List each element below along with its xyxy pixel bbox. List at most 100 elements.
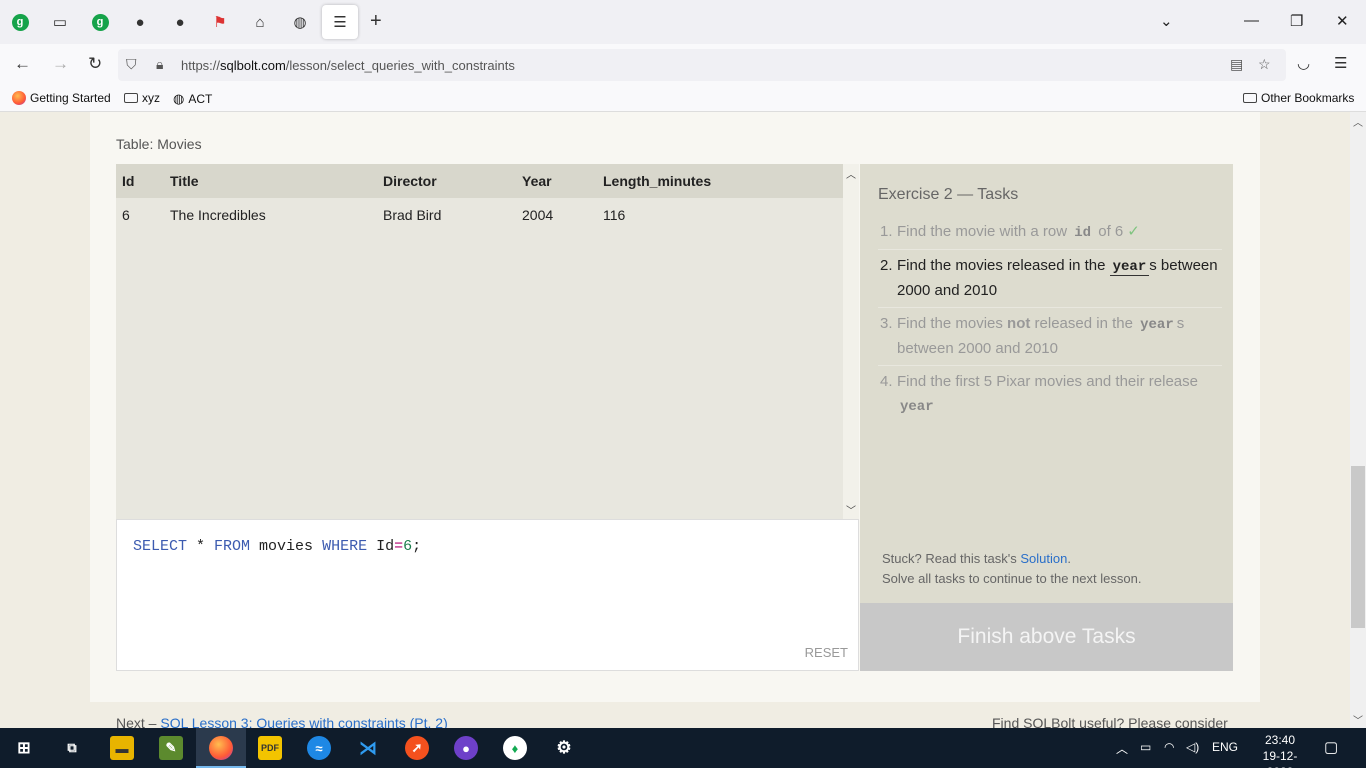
new-tab-button[interactable]: + <box>370 10 382 33</box>
sql-token: Id <box>367 538 395 555</box>
lesson-content: Table: Movies Id Title Director Year Len… <box>90 112 1260 702</box>
table-row: 6 The Incredibles Brad Bird 2004 116 <box>116 198 843 232</box>
github-icon: ● <box>135 13 145 31</box>
battery-icon[interactable]: ▭ <box>1140 740 1151 754</box>
tab-home[interactable]: ⌂ <box>248 8 272 36</box>
task-item: 2. Find the movies released in the year s … <box>878 250 1222 308</box>
tab-globe[interactable]: ◍ <box>288 8 312 36</box>
volume-icon[interactable]: ◁) <box>1186 740 1199 754</box>
bookmark-xyz[interactable]: xyz <box>124 91 160 105</box>
sql-query-text[interactable]: SELECT * FROM movies WHERE Id=6; <box>133 538 421 555</box>
scroll-up-icon[interactable]: ︿ <box>846 166 856 181</box>
task-number: 3. <box>880 315 893 332</box>
tab-sqlbolt[interactable]: ☰ <box>322 5 358 39</box>
vscode-icon[interactable]: ⋊ <box>356 736 380 760</box>
globe-icon: ◍ <box>173 91 185 106</box>
tab-grammarly[interactable]: g <box>8 8 32 36</box>
page-scroll-down-icon[interactable]: ﹀ <box>1353 712 1363 727</box>
help-suffix: . <box>1067 551 1071 566</box>
task-view-icon[interactable]: ⧉ <box>60 736 84 760</box>
column-header-title: Title <box>164 164 377 198</box>
menu-icon[interactable]: ☰ <box>1334 54 1347 72</box>
cell-year: 2004 <box>522 207 554 223</box>
wifi-icon[interactable]: ◠ <box>1164 740 1174 754</box>
notepad-plus-icon[interactable]: ✎ <box>159 736 183 760</box>
clock-date: 19-12-2022 <box>1262 749 1298 768</box>
tab-grammarly-2[interactable]: g <box>88 8 112 36</box>
url-text[interactable]: https://sqlbolt.com/lesson/select_querie… <box>181 58 515 73</box>
bookmark-star-icon[interactable]: ☆ <box>1258 56 1271 73</box>
other-bookmarks[interactable]: Other Bookmarks <box>1243 91 1354 105</box>
task-code: year <box>1140 317 1174 333</box>
scroll-down-icon[interactable]: ﹀ <box>846 502 856 517</box>
next-lesson-link[interactable]: SQL Lesson 3: Queries with constraints (… <box>160 715 447 728</box>
network-app-icon[interactable]: ≈ <box>307 736 331 760</box>
pdf-reader-icon[interactable]: PDF <box>258 736 282 760</box>
sql-editor[interactable]: SELECT * FROM movies WHERE Id=6; RESET <box>116 519 859 671</box>
page-scroll-thumb[interactable] <box>1351 466 1365 628</box>
language-indicator[interactable]: ENG <box>1212 740 1238 754</box>
tab-classroom[interactable]: ▭ <box>48 8 72 36</box>
sql-keyword: SELECT <box>133 538 188 555</box>
sql-number: 6 <box>403 538 413 555</box>
lock-icon[interactable]: 🔒︎ <box>156 56 163 73</box>
page-viewport: Table: Movies Id Title Director Year Len… <box>0 112 1350 728</box>
finish-tasks-button[interactable]: Finish above Tasks <box>860 603 1233 671</box>
back-icon[interactable]: ← <box>14 54 31 74</box>
reader-view-icon[interactable]: ▤ <box>1230 56 1243 73</box>
shield-icon[interactable]: ⛉ <box>126 56 137 73</box>
column-header-id: Id <box>116 164 164 198</box>
minimize-icon[interactable]: — <box>1244 12 1259 29</box>
url-bar[interactable]: ⛉ 🔒︎ https://sqlbolt.com/lesson/select_q… <box>118 49 1286 81</box>
forward-icon[interactable]: → <box>52 54 69 74</box>
tab-strip: g ▭ g ● ● ⚑ ⌂ ◍ ☰ + ⌄ — ❐ ✕ <box>0 0 1366 44</box>
file-explorer-icon[interactable]: ▬ <box>110 736 134 760</box>
mongodb-compass-icon[interactable]: ♦ <box>503 736 527 760</box>
windows-start-icon[interactable]: ⊞ <box>12 736 36 760</box>
act-icon: ⚑ <box>213 14 227 31</box>
task-emphasis: not <box>1007 315 1031 332</box>
github-icon: ● <box>175 13 185 31</box>
table-header-row: Id Title Director Year Length_minutes <box>116 164 843 198</box>
github-desktop-icon[interactable]: ● <box>454 736 478 760</box>
exercise-panel: Exercise 2 — Tasks 1. Find the movie with… <box>860 164 1233 671</box>
task-text: Find the movie with a row <box>897 223 1072 240</box>
url-prefix: https:// <box>181 58 221 73</box>
firefox-icon[interactable] <box>209 736 233 760</box>
pocket-icon[interactable]: ◡ <box>1297 54 1310 72</box>
reload-icon[interactable]: ↻ <box>88 54 102 74</box>
sql-keyword: WHERE <box>322 538 368 555</box>
clock[interactable]: 23:40 19-12-2022 <box>1250 732 1310 768</box>
windows-taskbar: ⊞ ⧉ ▬ ✎ PDF ≈ ⋊ ➚ ● ♦ ⚙ ︿ ▭ ◠ ◁) ENG 23:… <box>0 728 1366 768</box>
cell-title: The Incredibles <box>170 207 266 223</box>
clock-time: 23:40 <box>1264 733 1296 747</box>
bookmark-getting-started[interactable]: Getting Started <box>12 91 111 105</box>
close-icon[interactable]: ✕ <box>1336 12 1349 30</box>
support-text: Find SQLBolt useful? Please consider <box>992 715 1228 728</box>
results-table-panel: Id Title Director Year Length_minutes 6 … <box>116 164 859 519</box>
database-icon: ☰ <box>333 14 347 31</box>
tray-chevron-icon[interactable]: ︿ <box>1116 740 1128 757</box>
tab-github-2[interactable]: ● <box>168 8 192 36</box>
settings-gear-icon[interactable]: ⚙ <box>552 736 576 760</box>
page-scroll-up-icon[interactable]: ︿ <box>1353 114 1363 129</box>
column-header-year: Year <box>516 164 597 198</box>
solution-link[interactable]: Solution <box>1020 551 1067 566</box>
tab-github[interactable]: ● <box>128 8 152 36</box>
results-table: Id Title Director Year Length_minutes 6 … <box>116 164 843 232</box>
folder-icon <box>1243 93 1257 103</box>
restore-icon[interactable]: ❐ <box>1290 12 1303 30</box>
notification-icon[interactable]: ▢ <box>1324 738 1338 756</box>
checkmark-icon: ✓ <box>1127 223 1140 240</box>
reset-button[interactable]: RESET <box>805 645 848 660</box>
tab-act[interactable]: ⚑ <box>208 8 232 36</box>
bookmark-act[interactable]: ◍ ACT <box>173 91 212 107</box>
list-all-tabs-icon[interactable]: ⌄ <box>1160 12 1173 30</box>
results-scrollbar[interactable]: ︿ ﹀ <box>843 164 859 519</box>
task-number: 4. <box>880 373 893 390</box>
postman-icon[interactable]: ➚ <box>405 736 429 760</box>
task-item: 4. Find the first 5 Pixar movies and thei… <box>878 366 1222 423</box>
page-scrollbar[interactable] <box>1350 112 1366 728</box>
task-code: id <box>1074 225 1092 241</box>
next-lesson: Next – SQL Lesson 3: Queries with constr… <box>116 715 448 728</box>
